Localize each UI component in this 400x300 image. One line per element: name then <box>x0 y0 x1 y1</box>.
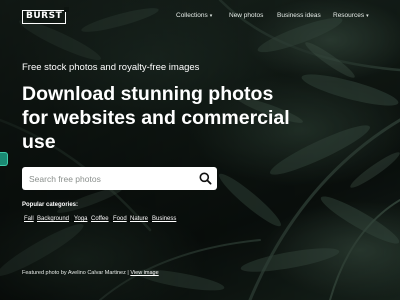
view-image-link[interactable]: View image <box>130 270 158 276</box>
category-link-food[interactable]: Food <box>111 216 129 222</box>
chat-tab-icon[interactable] <box>0 152 8 166</box>
category-link-background[interactable]: Background <box>35 216 72 222</box>
nav-item-collections[interactable]: Collections ▾ <box>176 12 212 19</box>
chevron-down-icon: ▾ <box>366 13 369 19</box>
photo-credit-text: Featured photo by Avelino Calvar Martine… <box>22 270 129 276</box>
photo-credit: Featured photo by Avelino Calvar Martine… <box>22 270 159 276</box>
search-button[interactable] <box>198 171 213 186</box>
nav-item-label: Resources <box>333 12 365 19</box>
category-link-nature[interactable]: Nature <box>128 216 151 222</box>
category-link-yoga[interactable]: Yoga <box>72 216 90 222</box>
nav-item-new-photos[interactable]: New photos <box>229 12 263 19</box>
search-input[interactable] <box>22 167 192 190</box>
nav-item-label: Collections <box>176 12 208 19</box>
search-bar <box>22 167 217 190</box>
nav-item-label: New photos <box>229 12 264 19</box>
page-title: Download stunning photos for websites an… <box>22 83 290 153</box>
chevron-down-icon: ▾ <box>209 13 213 19</box>
nav-item-resources[interactable]: Resources ▾ <box>333 12 369 19</box>
category-link-fall[interactable]: Fall <box>22 216 36 222</box>
category-link-coffee[interactable]: Coffee <box>89 216 111 222</box>
main-nav: Collections ▾ New photos Business ideas R… <box>0 12 400 24</box>
popular-categories-label: Popular categories: <box>22 202 79 208</box>
nav-item-business-ideas[interactable]: Business ideas <box>277 12 321 19</box>
site-header: BURST Collections ▾ New photos Business i… <box>0 0 400 34</box>
nav-item-label: Business ideas <box>277 12 321 19</box>
category-link-business[interactable]: Business <box>150 216 179 222</box>
search-icon <box>199 172 212 185</box>
popular-categories: Fall Background Yoga Coffee Food Nature … <box>22 216 222 226</box>
hero-tagline: Free stock photos and royalty-free image… <box>22 62 200 73</box>
